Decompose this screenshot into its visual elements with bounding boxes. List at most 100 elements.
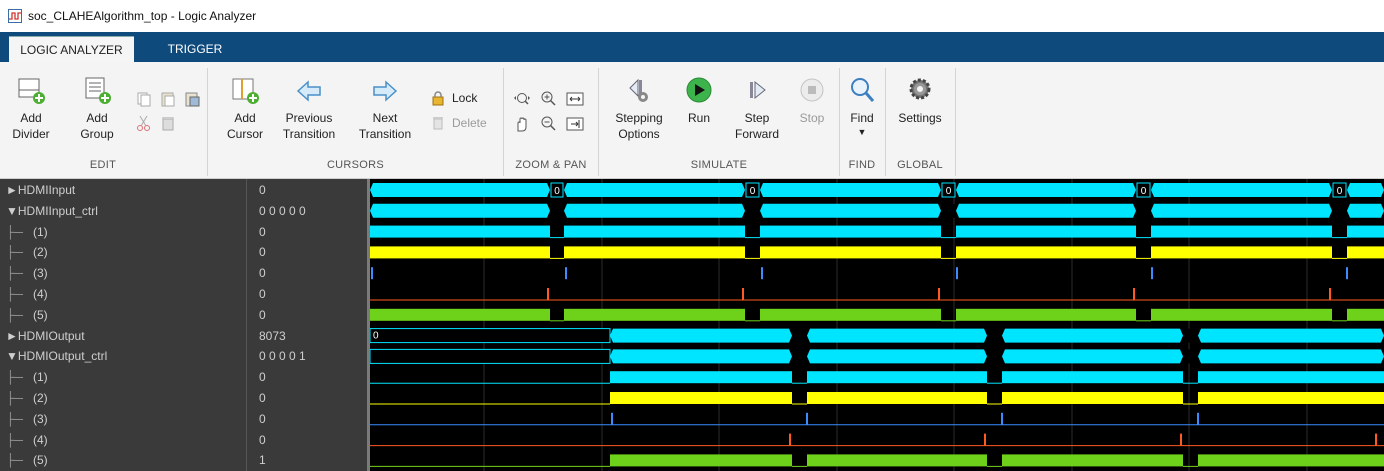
- settings-label: Settings: [898, 111, 942, 125]
- zoom-x-icon[interactable]: [513, 90, 531, 108]
- delete-label: Delete: [452, 116, 487, 130]
- zoom-in-icon[interactable]: [539, 90, 557, 108]
- logic-high: [564, 246, 745, 259]
- logic-high: [807, 454, 987, 467]
- signal-name[interactable]: ├─ (1): [6, 367, 244, 387]
- tab-logic-analyzer[interactable]: LOGIC ANALYZER: [9, 36, 134, 62]
- tree-branch-icon: ├─: [6, 370, 34, 385]
- bus-segment: [1198, 349, 1384, 364]
- bus-value-label: 0: [1337, 186, 1343, 197]
- signal-name-label: (5): [33, 307, 48, 322]
- add-group-button[interactable]: Add Group: [74, 76, 120, 142]
- tree-branch-icon: ├─: [6, 411, 34, 426]
- run-button[interactable]: Run: [680, 76, 718, 126]
- signal-name-label: (4): [33, 287, 48, 301]
- tree-branch-icon: ├─: [6, 287, 34, 301]
- bus-segment: [564, 203, 745, 218]
- previous-transition-label: Previous Transition: [282, 111, 336, 141]
- chevron-down-icon: ▼: [857, 127, 867, 137]
- signal-value: 0: [259, 224, 266, 239]
- cut-icon[interactable]: [135, 114, 153, 132]
- add-cursor-button[interactable]: Add Cursor: [220, 76, 270, 142]
- signal-name[interactable]: ▼HDMIInput_ctrl: [6, 201, 244, 221]
- bus-segment: [1151, 203, 1332, 218]
- signal-panel: ►HDMIInput ▼HDMIInput_ctrl ├─ (1) ├─ (2) ├─ …: [0, 179, 1384, 471]
- add-divider-label: Add Divider: [12, 111, 50, 141]
- bus-segment: [370, 183, 550, 197]
- step-forward-button[interactable]: Step Forward: [728, 76, 786, 142]
- signal-name[interactable]: ├─ (1): [6, 222, 244, 242]
- add-group-label: Add Group: [80, 111, 114, 141]
- bus-transition: [941, 203, 956, 218]
- logic-high: [1198, 454, 1384, 467]
- waveform-canvas[interactable]: 0 0 0 0 0 0: [370, 179, 1384, 471]
- add-divider-icon: [18, 78, 45, 104]
- logic-high: [370, 225, 550, 238]
- arrow-left-icon: [296, 80, 321, 102]
- simulate-section-label: SIMULATE: [690, 159, 748, 171]
- signal-value: 0: [259, 266, 266, 281]
- settings-button[interactable]: Settings: [891, 76, 949, 126]
- logic-high: [760, 308, 941, 321]
- stop-button[interactable]: Stop: [792, 76, 832, 126]
- fit-to-cursor-icon[interactable]: [566, 115, 584, 133]
- signal-name-label: (5): [33, 453, 48, 468]
- bus-transition: [1332, 203, 1347, 218]
- signal-name[interactable]: ├─ (2): [6, 242, 244, 262]
- bus-transition: [1136, 203, 1151, 218]
- find-label: Find: [850, 111, 874, 125]
- next-transition-button[interactable]: Next Transition: [352, 76, 418, 142]
- pan-hand-icon[interactable]: [513, 115, 531, 133]
- signal-name-label: ►HDMIOutput: [6, 328, 85, 343]
- bus-transition: [792, 349, 807, 364]
- signal-name-label: (2): [33, 391, 48, 405]
- zoom-out-icon[interactable]: [539, 115, 557, 133]
- signal-value: 0: [259, 370, 266, 385]
- lock-button[interactable]: Lock: [430, 90, 477, 106]
- signal-name[interactable]: ├─ (4): [6, 284, 244, 304]
- trash-icon: [433, 117, 443, 130]
- signal-name[interactable]: ►HDMIInput: [6, 180, 244, 200]
- signal-value: 1: [259, 453, 266, 468]
- copy-icon[interactable]: [135, 90, 153, 108]
- signal-name[interactable]: ├─ (5): [6, 305, 244, 325]
- logic-high: [956, 225, 1136, 238]
- signal-name-label: ►HDMIInput: [6, 183, 76, 197]
- logic-high: [760, 225, 941, 238]
- bus-segment: [1347, 203, 1384, 218]
- find-button[interactable]: Find ▼: [842, 76, 882, 138]
- logic-high: [610, 371, 792, 384]
- paste-special-icon[interactable]: [183, 90, 201, 108]
- zoom-pan-section-label: ZOOM & PAN: [515, 159, 587, 171]
- fit-to-view-icon[interactable]: [566, 90, 584, 108]
- tree-branch-icon: ├─: [6, 453, 34, 468]
- logic-high: [610, 454, 792, 467]
- delete-cursor-button[interactable]: Delete: [430, 115, 487, 131]
- bus-segment: [956, 203, 1136, 218]
- signal-name[interactable]: ├─ (4): [6, 430, 244, 450]
- previous-transition-button[interactable]: Previous Transition: [276, 76, 342, 142]
- tab-trigger[interactable]: TRIGGER: [160, 36, 230, 62]
- signal-name[interactable]: ├─ (3): [6, 263, 244, 283]
- bus-segment: [807, 328, 987, 343]
- run-label: Run: [687, 111, 710, 125]
- stepping-options-button[interactable]: Stepping Options: [604, 76, 674, 142]
- add-divider-button[interactable]: Add Divider: [8, 76, 54, 142]
- signal-value: 0: [259, 432, 266, 447]
- bus-segment: [1198, 328, 1384, 343]
- find-section-label: FIND: [848, 159, 876, 171]
- toolstrip: Add Divider Add Group EDIT Add Cursor Pr…: [0, 62, 1384, 179]
- stop-icon: [800, 78, 824, 102]
- signal-name[interactable]: ►HDMIOutput: [6, 326, 244, 346]
- bus-segment: [1002, 349, 1183, 364]
- tree-branch-icon: ├─: [6, 224, 34, 239]
- logic-high: [807, 371, 987, 384]
- trash-icon[interactable]: [159, 114, 177, 132]
- signal-value: 0: [259, 307, 266, 322]
- signal-name[interactable]: ├─ (3): [6, 409, 244, 429]
- signal-name[interactable]: ▼HDMIOutput_ctrl: [6, 346, 244, 366]
- signal-name[interactable]: ├─ (5): [6, 450, 244, 470]
- signal-name-label: (3): [33, 411, 48, 426]
- signal-name[interactable]: ├─ (2): [6, 388, 244, 408]
- paste-icon[interactable]: [159, 90, 177, 108]
